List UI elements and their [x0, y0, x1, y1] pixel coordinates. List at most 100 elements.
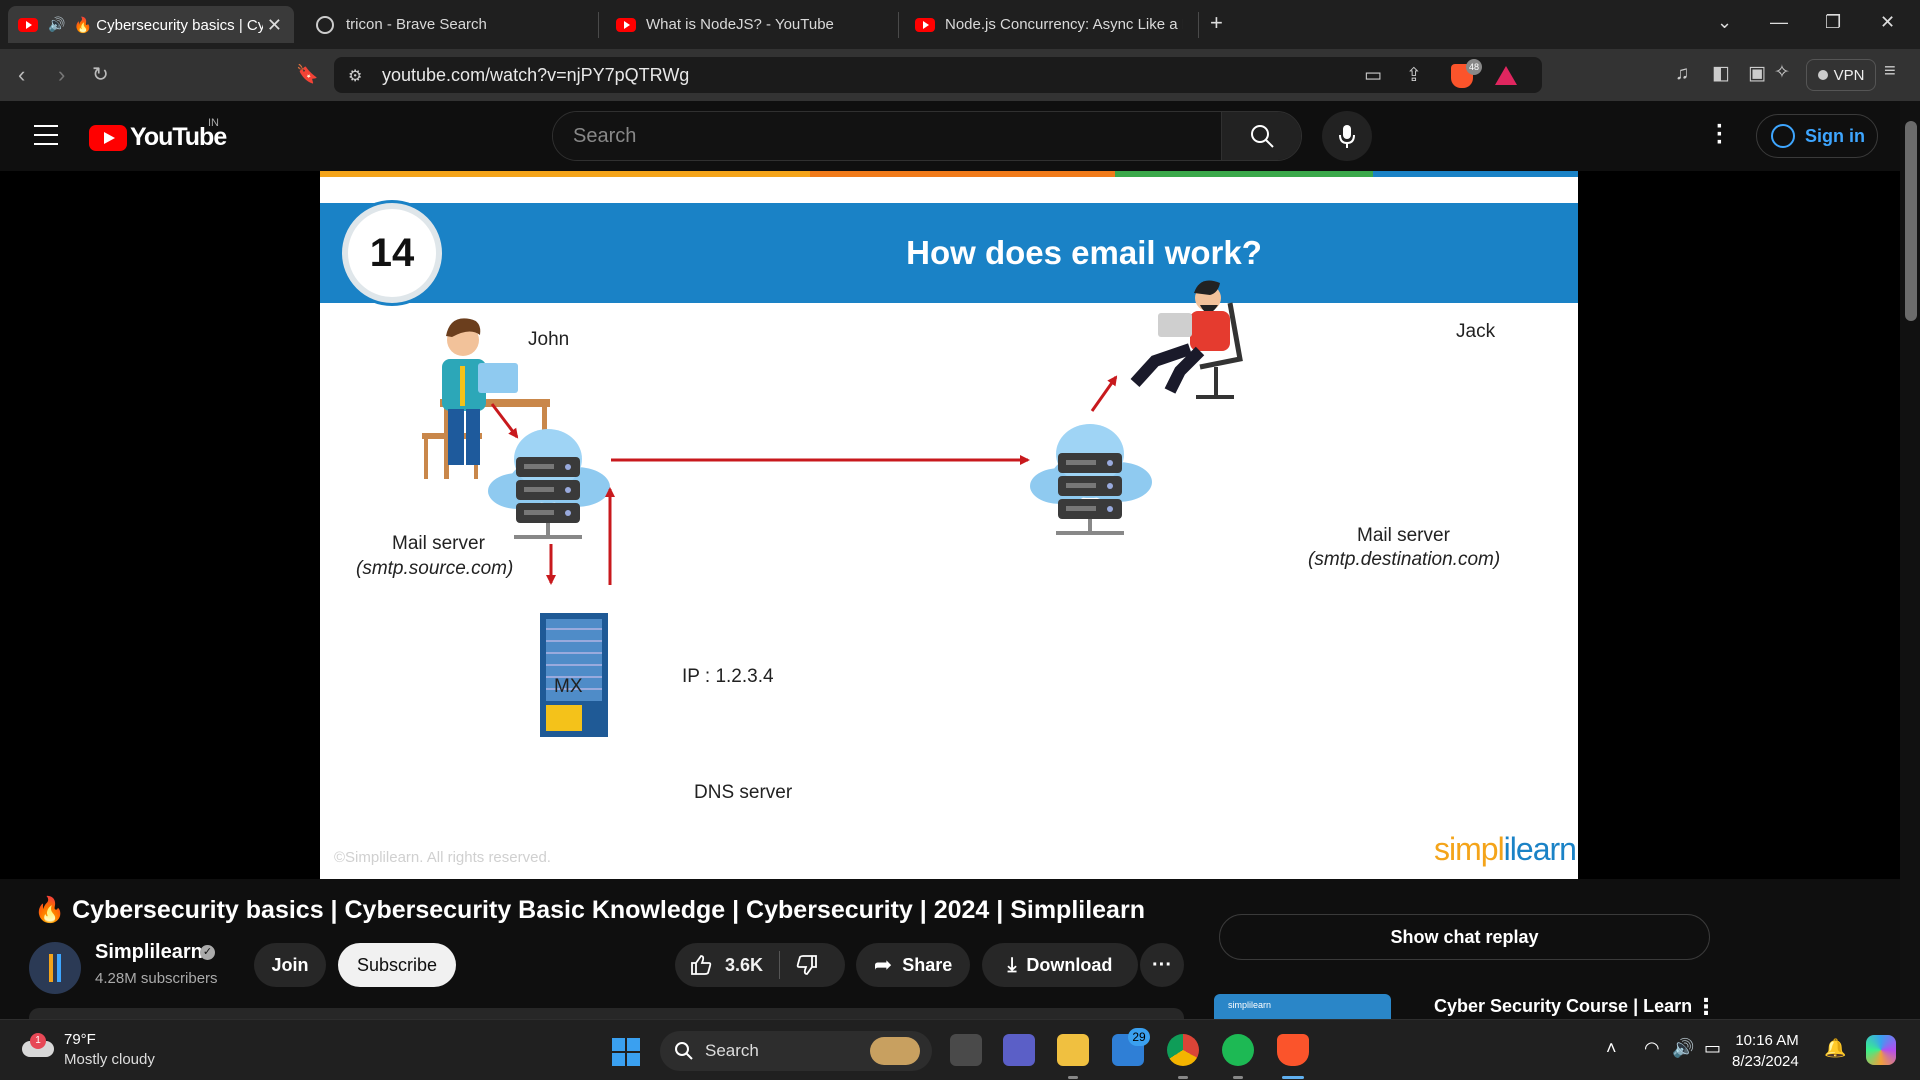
- like-button[interactable]: 3.6K: [689, 953, 763, 977]
- vpn-button[interactable]: VPN: [1806, 59, 1876, 91]
- speaker-icon[interactable]: 🔊: [48, 16, 65, 33]
- vpn-status-icon: [1817, 70, 1828, 80]
- like-divider: [779, 951, 780, 979]
- description-box[interactable]: [29, 1008, 1184, 1019]
- shields-count-badge: 48: [1466, 59, 1482, 75]
- url-text[interactable]: youtube.com/watch?v=njPY7pQTRWg: [382, 65, 689, 86]
- recommendation-thumbnail[interactable]: simplilearn: [1214, 994, 1391, 1019]
- brave-browser-icon[interactable]: [1277, 1034, 1309, 1066]
- battery-icon[interactable]: ▭: [1704, 1038, 1721, 1059]
- back-icon[interactable]: ‹: [18, 62, 25, 88]
- account-icon: [1771, 124, 1795, 148]
- youtube-favicon-icon: [18, 17, 38, 32]
- menu-icon[interactable]: ≡: [1884, 60, 1896, 83]
- search-input[interactable]: [553, 112, 1221, 160]
- search-highlight-icon: [870, 1037, 920, 1065]
- screen: 🔊 🔥 Cybersecurity basics | Cyb ✕ tricon …: [0, 0, 1920, 1080]
- share-button[interactable]: ➦ Share: [856, 943, 970, 987]
- bookmark-icon[interactable]: 🔖: [296, 64, 318, 85]
- tray-overflow-chevron-icon[interactable]: ˄: [1606, 1038, 1617, 1059]
- minimize-icon[interactable]: —: [1770, 12, 1788, 33]
- search-button[interactable]: [1221, 112, 1301, 160]
- file-explorer-icon[interactable]: [1057, 1034, 1089, 1066]
- share-page-icon[interactable]: ⇪: [1406, 64, 1422, 87]
- sidebar-toggle-icon[interactable]: ◧: [1712, 62, 1730, 85]
- sign-in-button[interactable]: Sign in: [1756, 114, 1878, 158]
- subscribe-button[interactable]: Subscribe: [338, 943, 456, 987]
- tab-title: 🔥 Cybersecurity basics | Cyb: [73, 16, 264, 34]
- weather-condition: Mostly cloudy: [64, 1051, 155, 1068]
- start-button-icon[interactable]: [612, 1038, 640, 1066]
- youtube-logo[interactable]: YouTube: [89, 123, 227, 152]
- leo-ai-icon[interactable]: ✧: [1774, 61, 1790, 84]
- tab-separator: [1198, 12, 1199, 38]
- tab-cybersecurity-basics[interactable]: 🔊 🔥 Cybersecurity basics | Cyb ✕: [8, 6, 294, 43]
- tab-what-is-nodejs[interactable]: What is NodeJS? - YouTube: [606, 6, 896, 43]
- weather-widget[interactable]: 1: [22, 1033, 54, 1057]
- new-tab-icon[interactable]: +: [1210, 10, 1223, 36]
- close-tab-icon[interactable]: ✕: [267, 15, 282, 36]
- tab-brave-search[interactable]: tricon - Brave Search: [306, 6, 596, 43]
- share-arrow-icon: ➦: [873, 952, 893, 977]
- address-bar[interactable]: ⚙ youtube.com/watch?v=njPY7pQTRWg ▭ ⇪: [334, 57, 1542, 93]
- mx-label: MX: [554, 676, 583, 697]
- scrollbar-thumb[interactable]: [1905, 121, 1917, 321]
- search-box: [552, 111, 1302, 161]
- close-window-icon[interactable]: ✕: [1880, 12, 1895, 33]
- page-scrollbar[interactable]: [1900, 101, 1920, 1019]
- thumbs-down-icon: [796, 955, 817, 975]
- volume-icon[interactable]: 🔊: [1672, 1038, 1694, 1059]
- download-label: Download: [1026, 954, 1113, 975]
- video-frame-slide: How does email work? 14 John Jack Mail s…: [320, 171, 1578, 879]
- youtube-play-icon: [89, 124, 127, 151]
- guide-menu-icon[interactable]: [34, 125, 58, 145]
- video-player[interactable]: How does email work? 14 John Jack Mail s…: [0, 171, 1900, 879]
- chrome-icon[interactable]: [1167, 1034, 1199, 1066]
- sign-in-label: Sign in: [1805, 125, 1865, 146]
- reload-icon[interactable]: ↻: [92, 62, 109, 87]
- show-chat-replay-button[interactable]: Show chat replay: [1219, 914, 1710, 960]
- tab-search-chevron-icon[interactable]: ⌄: [1717, 12, 1732, 33]
- dislike-button[interactable]: [795, 953, 819, 982]
- spotify-icon[interactable]: [1222, 1034, 1254, 1066]
- windows-taskbar: 1 79°F Mostly cloudy Search 29 ˄ ◠ 🔊 ▭ 1…: [0, 1019, 1920, 1080]
- task-view-icon[interactable]: [950, 1034, 982, 1066]
- tab-title: What is NodeJS? - YouTube: [646, 16, 834, 33]
- youtube-favicon-icon: [616, 17, 636, 32]
- wallet-icon[interactable]: ▣: [1748, 62, 1766, 85]
- brave-active-indicator: [1282, 1076, 1304, 1079]
- search-icon: [1250, 125, 1274, 148]
- receiver-label: Jack: [1456, 321, 1496, 342]
- more-actions-button[interactable]: ···: [1140, 943, 1184, 987]
- copilot-icon[interactable]: [1866, 1035, 1896, 1065]
- clock-time: 10:16 AM: [1735, 1032, 1799, 1049]
- forward-icon[interactable]: ›: [58, 62, 65, 88]
- teams-icon[interactable]: [1003, 1034, 1035, 1066]
- join-button[interactable]: Join: [254, 943, 326, 987]
- arrow-john-to-source: [490, 403, 519, 439]
- recommendation-menu-icon[interactable]: ⋮: [1695, 994, 1717, 1020]
- restore-icon[interactable]: ❐: [1825, 12, 1841, 33]
- brave-rewards-icon[interactable]: [1495, 66, 1517, 85]
- channel-avatar[interactable]: [29, 942, 81, 994]
- notification-bell-icon[interactable]: 🔔: [1824, 1038, 1846, 1059]
- taskbar-search[interactable]: Search: [660, 1031, 932, 1071]
- recommendation-title[interactable]: Cyber Security Course | Learn: [1434, 996, 1692, 1017]
- mail-unread-badge: 29: [1128, 1028, 1150, 1046]
- browser-tab-strip: 🔊 🔥 Cybersecurity basics | Cyb ✕ tricon …: [0, 0, 1920, 49]
- cast-icon[interactable]: ▭: [1364, 64, 1382, 87]
- spotify-running-indicator: [1233, 1076, 1243, 1079]
- taskbar-search-label: Search: [705, 1041, 759, 1060]
- voice-search-button[interactable]: [1322, 111, 1372, 161]
- system-clock[interactable]: 10:16 AM 8/23/2024: [1732, 1030, 1799, 1072]
- tab-nodejs-concurrency[interactable]: Node.js Concurrency: Async Like a B: [905, 6, 1195, 43]
- simplilearn-logo: simplilearn: [1434, 831, 1577, 867]
- browser-toolbar: ‹ › ↻ 🔖 ⚙ youtube.com/watch?v=njPY7pQTRW…: [0, 49, 1920, 101]
- wifi-icon[interactable]: ◠: [1644, 1038, 1660, 1059]
- site-settings-icon[interactable]: ⚙: [348, 66, 362, 86]
- download-button[interactable]: ⤓ Download: [982, 943, 1138, 987]
- channel-name[interactable]: Simplilearn: [95, 941, 203, 964]
- download-icon: ⤓: [1007, 953, 1017, 976]
- media-icon[interactable]: ♫: [1675, 63, 1689, 85]
- settings-kebab-icon[interactable]: · · ·: [1716, 115, 1724, 155]
